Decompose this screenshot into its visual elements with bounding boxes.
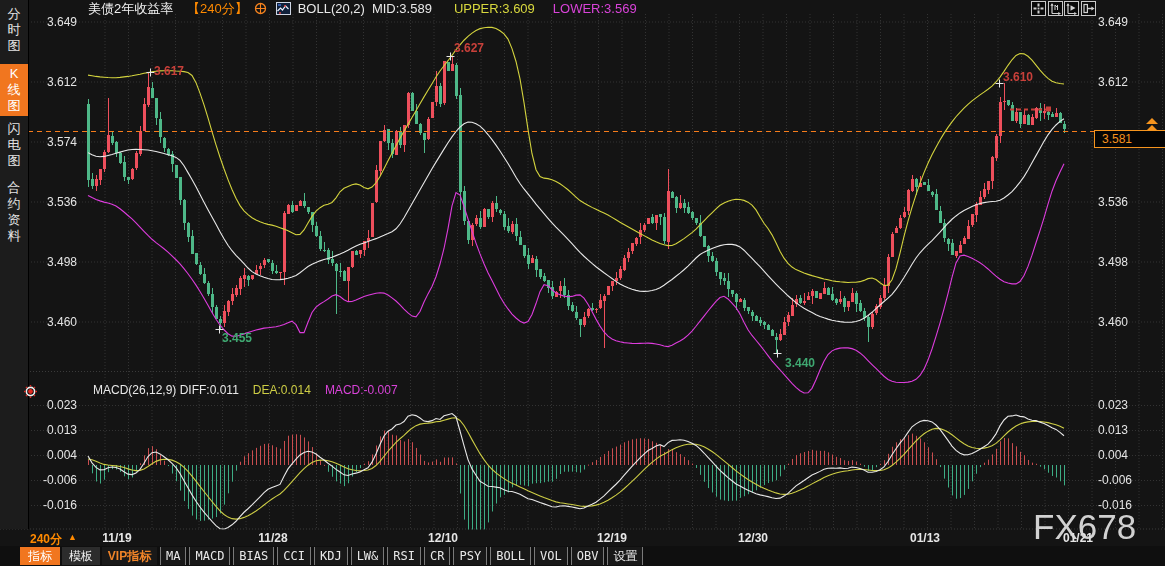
annotation-low: 3.455 [222, 331, 252, 345]
toolbar-boll-button[interactable]: BOLL [490, 547, 531, 565]
macd-dea: DEA:0.014 [253, 383, 311, 397]
pan-icon[interactable] [1031, 1, 1046, 16]
period-badge: 【240分】 [187, 0, 248, 18]
price-label-right: 3.536 [1098, 195, 1142, 209]
toolbar-vol-button[interactable]: VOL [534, 547, 568, 565]
toolbar-ma-button[interactable]: MA [160, 547, 186, 565]
indicator-settings-icon[interactable] [24, 385, 37, 398]
macd-params-diff: MACD(26,12,9) DIFF:0.011 [93, 383, 239, 397]
toolbar-lw-button[interactable]: LW& [351, 547, 385, 565]
sidebar-item-kline-chart[interactable]: K线图 [0, 64, 28, 116]
toolbar-indicator-button[interactable]: 指标 [20, 547, 60, 565]
annotation-high: 3.610 [1003, 70, 1033, 84]
macd-label-left: -0.016 [33, 498, 77, 512]
last-price-tag: 3.581 [1094, 130, 1165, 148]
annotation-high: 3.617 [154, 64, 184, 78]
price-label-left: 3.574 [33, 135, 77, 149]
price-label-right: 3.498 [1098, 255, 1142, 269]
sidebar-item-time-chart[interactable]: 分时图 [0, 4, 28, 56]
annotation-high: 3.627 [454, 41, 484, 55]
macd-label-right: -0.006 [1098, 473, 1142, 487]
date-tick: 12/10 [421, 531, 465, 545]
price-up-arrow-icon [1146, 125, 1158, 131]
macd-header: MACD(26,12,9) DIFF:0.011 DEA:0.014 MACD:… [93, 383, 398, 397]
sidebar-item-flash-chart[interactable]: 闪电图 [0, 119, 28, 171]
macd-label-left: 0.004 [33, 448, 77, 462]
macd-label-right: 0.023 [1098, 398, 1142, 412]
toolbar-cr-button[interactable]: CR [424, 547, 450, 565]
toolbar-psy-button[interactable]: PSY [453, 547, 487, 565]
date-tick: 11/28 [251, 531, 295, 545]
title-bar: 美债2年收益率 【240分】 BOLL(20,2) MID:3.589 UPPE… [88, 1, 637, 16]
date-tick: 01/13 [903, 531, 947, 545]
date-tick: 12/30 [731, 531, 775, 545]
price-label-left: 3.612 [33, 75, 77, 89]
boll-upper: UPPER:3.609 [454, 1, 535, 16]
price-label-right: 3.649 [1098, 15, 1142, 29]
macd-label-right: 0.013 [1098, 423, 1142, 437]
price-label-left: 3.460 [33, 315, 77, 329]
exit-right-icon[interactable] [1081, 1, 1096, 16]
toolbar-kdj-button[interactable]: KDJ [314, 547, 348, 565]
toolbar-vip-indicator-button[interactable]: VIP指标 [102, 547, 157, 565]
price-label-left: 3.536 [33, 195, 77, 209]
toolbar-macd-button[interactable]: MACD [189, 547, 230, 565]
toolbar-settings-button[interactable]: 设置 [607, 547, 643, 565]
crosshair-icon[interactable] [254, 2, 267, 15]
symbol-title: 美债2年收益率 [88, 0, 185, 18]
macd-label-left: -0.006 [33, 473, 77, 487]
mini-kline-icon[interactable] [276, 2, 291, 15]
toolbar-bias-button[interactable]: BIAS [233, 547, 274, 565]
date-tick: 12/19 [590, 531, 634, 545]
toolbar-obv-button[interactable]: OBV [571, 547, 605, 565]
toolbar-template-button[interactable]: 模板 [62, 547, 100, 565]
price-label-left: 3.498 [33, 255, 77, 269]
boll-mid: MID:3.589 [372, 1, 432, 16]
toolbar-cci-button[interactable]: CCI [277, 547, 311, 565]
date-tick: 11/19 [95, 531, 139, 545]
play-axis-icon[interactable] [1064, 1, 1079, 16]
price-label-left: 3.649 [33, 15, 77, 29]
price-label-right: 3.612 [1098, 75, 1142, 89]
toolbar-rsi-button[interactable]: RSI [387, 547, 421, 565]
candlestick-chart-canvas[interactable] [0, 0, 1165, 566]
annotation-low: 3.440 [785, 356, 815, 370]
bottom-toolbar: 指标 模板 VIP指标 MA MACD BIAS CCI KDJ LW& RSI… [0, 546, 1165, 566]
sidebar-item-contract-info[interactable]: 合约资料 [0, 178, 28, 246]
price-label-right: 3.460 [1098, 315, 1142, 329]
macd-label-left: 0.023 [33, 398, 77, 412]
fx678-watermark: FX678 [1033, 507, 1136, 547]
period-up-arrow-icon[interactable]: ▲ [68, 532, 77, 542]
macd-label-left: 0.013 [33, 423, 77, 437]
kline-app: 分时图 K线图 闪电图 合约资料 美债2年收益率 【240分】 BOLL(20,… [0, 0, 1165, 566]
boll-lower: LOWER:3.569 [553, 1, 637, 16]
fit-y-axis-icon[interactable] [1048, 1, 1063, 16]
macd-value: MACD:-0.007 [325, 383, 398, 397]
price-up-arrow-icon [1146, 118, 1158, 124]
macd-label-right: 0.004 [1098, 448, 1142, 462]
boll-label: BOLL(20,2) [298, 1, 365, 16]
time-axis: 240分 ▲ 11/19 11/28 12/10 12/19 12/30 01/… [0, 529, 1165, 546]
sidebar: 分时图 K线图 闪电图 合约资料 [0, 0, 29, 529]
